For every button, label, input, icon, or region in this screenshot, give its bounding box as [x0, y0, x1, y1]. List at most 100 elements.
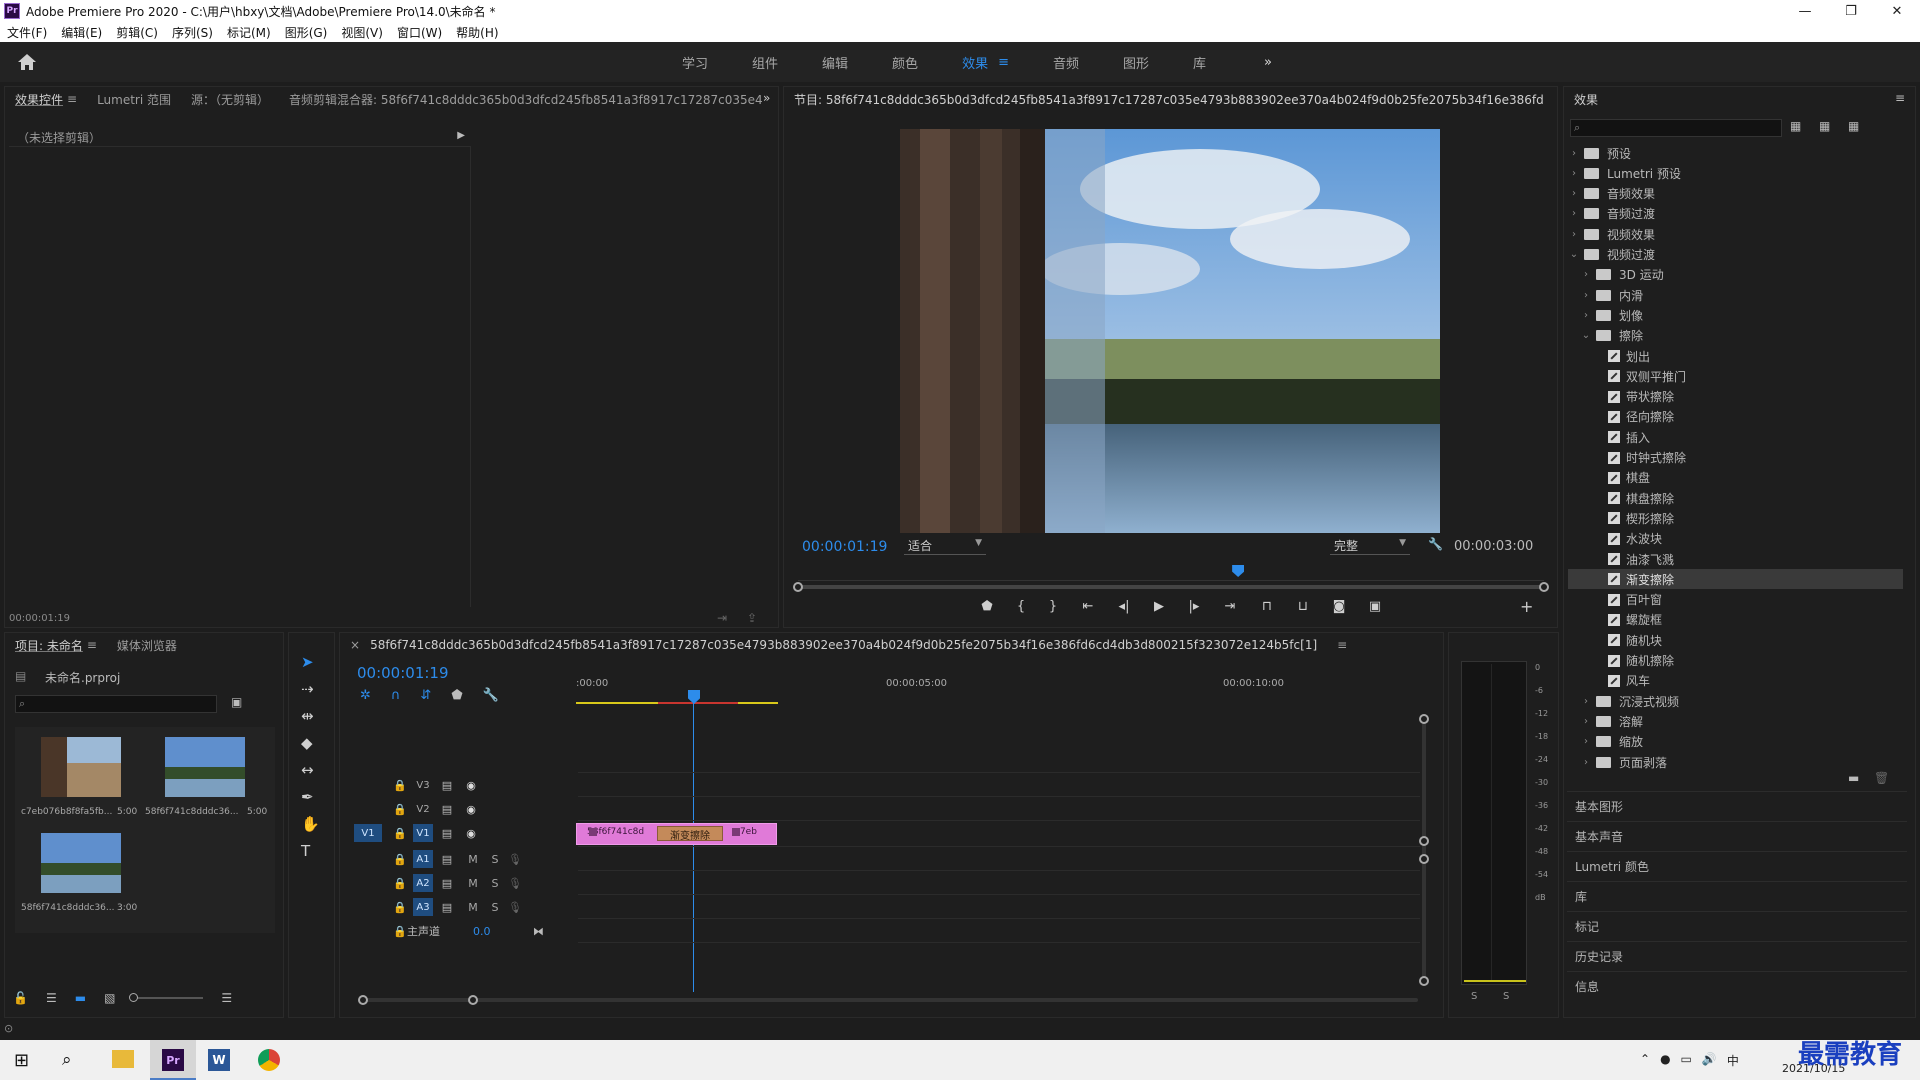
windows-start-icon[interactable]: ⊞ — [14, 1050, 29, 1071]
solo-button[interactable]: S — [485, 877, 505, 890]
disclosure-chevron-icon[interactable]: › — [1580, 310, 1592, 321]
effects-menu-icon[interactable]: ≡ — [1895, 91, 1905, 105]
effect-item[interactable]: 棋盘擦除 — [1568, 488, 1903, 508]
yuv-effects-icon[interactable]: ▦ — [1848, 119, 1859, 133]
scrub-in-handle[interactable] — [793, 582, 803, 592]
effect-item[interactable]: 随机擦除 — [1568, 651, 1903, 671]
effects-folder[interactable]: › 溶解 — [1568, 711, 1903, 731]
wrench-icon[interactable]: 🔧 — [1428, 537, 1443, 551]
effects-folder[interactable]: ⌄ 视频过渡 — [1568, 245, 1903, 265]
share-icon[interactable]: ⇪ — [747, 611, 757, 625]
menu-sequence[interactable]: 序列(S) — [165, 24, 220, 41]
step-forward-icon[interactable]: |▸ — [1177, 599, 1211, 614]
timeline-sequence-tab[interactable]: 58f6f741c8dddc365b0d3dfcd245fb8541a3f891… — [370, 638, 1317, 652]
track-label[interactable]: V2 — [413, 800, 433, 818]
ripple-edit-tool-icon[interactable]: ⇹ — [301, 707, 320, 725]
security-icon[interactable]: ● — [1660, 1052, 1670, 1069]
type-tool-icon[interactable]: T — [301, 842, 320, 860]
effect-item[interactable]: 螺旋框 — [1568, 610, 1903, 630]
lock-icon[interactable]: 🔒 — [393, 803, 413, 816]
chrome-icon[interactable] — [258, 1049, 280, 1071]
network-icon[interactable]: ▭ — [1681, 1052, 1692, 1069]
go-to-end-icon[interactable]: ⧓ — [533, 925, 544, 938]
workspace-tab-libraries[interactable]: 库 — [1193, 53, 1206, 72]
effects-folder[interactable]: › 内滑 — [1568, 285, 1903, 305]
mark-in-icon[interactable]: { — [1005, 599, 1037, 614]
razor-tool-icon[interactable]: ◆ — [301, 734, 320, 752]
workspace-tab-learn[interactable]: 学习 — [682, 53, 708, 72]
effect-item[interactable]: 带状擦除 — [1568, 387, 1903, 407]
mark-out-icon[interactable]: } — [1037, 599, 1069, 614]
lock-icon[interactable]: 🔒 — [393, 779, 413, 792]
panel-markers[interactable]: 标记 — [1567, 911, 1907, 941]
timeline-ruler[interactable]: :00:00 00:00:05:00 00:00:10:00 — [576, 672, 1420, 704]
timeline-settings-icon[interactable]: 🔧 — [483, 688, 499, 703]
effects-folder[interactable]: › 音频效果 — [1568, 184, 1903, 204]
tab-source[interactable]: 源：（无剪辑） — [191, 91, 269, 108]
selection-tool-icon[interactable]: ➤ — [301, 653, 320, 671]
program-timeline-ruler[interactable] — [798, 565, 1544, 581]
eye-icon[interactable]: ◉ — [461, 827, 481, 840]
microphone-icon[interactable]: 🎙 — [505, 853, 525, 866]
scrub-out-handle[interactable] — [1539, 582, 1549, 592]
effects-folder[interactable]: › 预设 — [1568, 143, 1903, 163]
workspace-tab-graphics[interactable]: 图形 — [1123, 53, 1149, 72]
effects-folder[interactable]: › 音频过渡 — [1568, 204, 1903, 224]
effects-folder[interactable]: › 沉浸式视频 — [1568, 691, 1903, 711]
volume-icon[interactable]: 🔊 — [1702, 1052, 1717, 1069]
effect-item[interactable]: 百叶窗 — [1568, 590, 1903, 610]
list-view-icon[interactable]: ☰ — [46, 991, 57, 1005]
source-patch-v1[interactable]: V1 — [354, 824, 382, 842]
microphone-icon[interactable]: 🎙 — [505, 901, 525, 914]
menu-markers[interactable]: 标记(M) — [220, 24, 278, 41]
step-back-icon[interactable]: ◂| — [1107, 599, 1141, 614]
snap-icon[interactable]: ∩ — [391, 688, 401, 703]
taskbar-premiere[interactable]: Pr — [150, 1040, 196, 1080]
meter-solo-left[interactable]: S — [1471, 991, 1477, 1002]
freeform-view-icon[interactable]: ▧ — [104, 991, 115, 1005]
effects-folder[interactable]: › 划像 — [1568, 305, 1903, 325]
timeline-vertical-scrollbar[interactable] — [1419, 714, 1429, 986]
project-search-input[interactable]: ⌕ — [15, 695, 217, 713]
panel-essential-sound[interactable]: 基本声音 — [1567, 821, 1907, 851]
solo-button[interactable]: S — [485, 853, 505, 866]
workspace-tab-color[interactable]: 颜色 — [892, 53, 918, 72]
sync-lock-icon[interactable]: ▤ — [433, 803, 461, 816]
file-explorer-icon[interactable] — [112, 1050, 134, 1068]
sync-lock-icon[interactable]: ▤ — [433, 827, 461, 840]
disclosure-chevron-icon[interactable]: › — [1580, 716, 1592, 727]
project-menu-icon[interactable]: ≡ — [87, 638, 97, 652]
new-bin-icon[interactable]: ▣ — [231, 695, 242, 709]
tab-effect-controls[interactable]: 效果控件 — [15, 91, 63, 108]
effect-item[interactable]: 渐变擦除 — [1568, 569, 1903, 590]
lock-icon[interactable]: 🔒 — [393, 853, 413, 866]
extract-icon[interactable]: ⊔ — [1285, 599, 1321, 614]
lock-icon[interactable]: 🔓 — [13, 991, 28, 1005]
disclosure-chevron-icon[interactable]: › — [1568, 168, 1580, 179]
effects-folder[interactable]: › 视频效果 — [1568, 224, 1903, 244]
effect-item[interactable]: 油漆飞溅 — [1568, 549, 1903, 569]
effect-item[interactable]: 棋盘 — [1568, 468, 1903, 488]
camera-icon[interactable]: ◙ — [1321, 599, 1357, 614]
timeline-timecode[interactable]: 00:00:01:19 — [357, 664, 449, 682]
tab-lumetri-scopes[interactable]: Lumetri 范围 — [97, 91, 171, 108]
pen-tool-icon[interactable]: ✒ — [301, 788, 320, 806]
workspace-tab-audio[interactable]: 音频 — [1053, 53, 1079, 72]
workspace-tab-editing[interactable]: 编辑 — [822, 53, 848, 72]
go-to-out-icon[interactable]: ⇥ — [1211, 599, 1249, 614]
sequence-thumbnail[interactable] — [41, 833, 121, 893]
timeline-menu-icon[interactable]: ≡ — [1337, 638, 1347, 652]
transition-clip[interactable]: 渐变擦除 — [657, 826, 723, 842]
effects-search-input[interactable]: ⌕ — [1570, 119, 1782, 137]
panel-history[interactable]: 历史记录 — [1567, 941, 1907, 971]
panel-libraries[interactable]: 库 — [1567, 881, 1907, 911]
menu-help[interactable]: 帮助(H) — [449, 24, 505, 41]
effect-item[interactable]: 楔形擦除 — [1568, 508, 1903, 528]
panel-menu-icon[interactable]: ≡ — [67, 92, 77, 106]
workspace-more-icon[interactable]: » — [1264, 55, 1272, 70]
effect-item[interactable]: 随机块 — [1568, 630, 1903, 650]
tab-audio-clip-mixer[interactable]: 音频剪辑混合器: 58f6f741c8dddc365b0d3dfcd245fb8… — [289, 91, 763, 108]
menu-clip[interactable]: 剪辑(C) — [109, 24, 165, 41]
sync-lock-icon[interactable]: ▤ — [433, 877, 461, 890]
lock-icon[interactable]: 🔒 — [393, 877, 413, 890]
